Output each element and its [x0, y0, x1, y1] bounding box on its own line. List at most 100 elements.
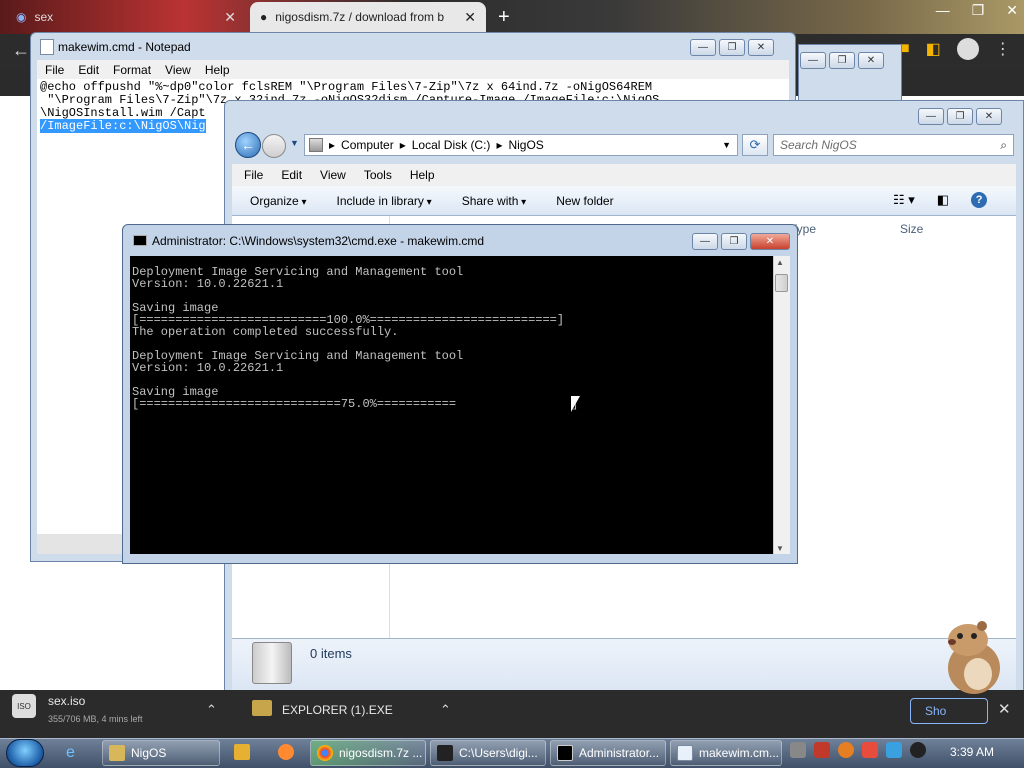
maximize-button[interactable]: ❐ [829, 52, 855, 69]
forward-button[interactable] [262, 134, 286, 158]
back-arrow-icon[interactable]: ← [12, 40, 30, 61]
close-button[interactable]: ✕ [750, 233, 790, 250]
scroll-up-icon[interactable]: ▲ [776, 258, 784, 267]
show-all-button[interactable]: Sho [910, 698, 988, 724]
console-scrollbar[interactable] [773, 256, 790, 554]
breadcrumb-nigos[interactable]: NigOS [508, 138, 543, 152]
minimize-button[interactable]: — [690, 39, 716, 56]
maximize-button[interactable]: ❐ [721, 233, 747, 250]
tab-close-icon[interactable]: ✕ [224, 9, 236, 26]
paint-icon[interactable] [278, 744, 294, 760]
breadcrumb-computer[interactable]: Computer [341, 138, 394, 152]
network-icon[interactable] [886, 742, 902, 758]
notepad-app-icon [40, 39, 54, 55]
download-filename[interactable]: EXPLORER (1).EXE [282, 703, 393, 717]
menu-format[interactable]: Format [113, 63, 151, 77]
taskbar-item-notepad[interactable]: makewim.cm... [670, 740, 782, 766]
menu-kebab-icon[interactable]: ⋮ [995, 39, 1011, 59]
maximize-icon[interactable]: ❐ [972, 2, 985, 19]
recent-pages-dropdown-icon[interactable]: ▼ [290, 138, 299, 148]
menu-file[interactable]: File [244, 168, 263, 182]
cmd-app-icon [133, 235, 147, 246]
menu-file[interactable]: File [45, 63, 64, 77]
address-bar[interactable]: ▸ Computer ▸ Local Disk (C:) ▸ NigOS ▼ [304, 134, 738, 156]
start-button[interactable] [6, 739, 44, 767]
search-tray-icon[interactable] [838, 742, 854, 758]
notepad-title: makewim.cmd - Notepad [58, 40, 191, 54]
tab-close-icon[interactable]: ✕ [464, 9, 476, 26]
help-icon[interactable]: ? [971, 192, 988, 208]
maximize-button[interactable]: ❐ [947, 108, 973, 125]
back-button[interactable]: ← [235, 132, 261, 158]
preview-pane-icon[interactable]: ◧ [937, 192, 949, 208]
chevron-up-icon[interactable]: ⌃ [206, 702, 217, 718]
taskbar-item-cmd[interactable]: Administrator... [550, 740, 666, 766]
console-output[interactable]: Deployment Image Servicing and Managemen… [130, 256, 774, 554]
search-input[interactable]: Search NigOS ⌕ [773, 134, 1014, 156]
new-tab-icon[interactable]: + [498, 6, 510, 29]
menu-help[interactable]: Help [410, 168, 435, 182]
new-folder-button[interactable]: New folder [556, 194, 613, 208]
clock[interactable]: 3:39 AM [950, 745, 994, 759]
breadcrumb-separator-icon[interactable]: ▸ [496, 138, 502, 152]
minimize-button[interactable]: — [918, 108, 944, 125]
scroll-down-icon[interactable]: ▼ [776, 544, 784, 553]
minimize-icon[interactable]: — [936, 2, 950, 19]
menu-view[interactable]: View [320, 168, 346, 182]
organize-button[interactable]: Organize [250, 194, 307, 208]
volume-icon[interactable] [910, 742, 926, 758]
taskbar-item-chrome[interactable]: nigosdism.7z ... [310, 740, 426, 766]
menu-help[interactable]: Help [205, 63, 230, 77]
profile-avatar-icon[interactable] [956, 38, 979, 60]
taskbar-label: nigosdism.7z ... [339, 746, 423, 760]
minimize-button[interactable]: — [692, 233, 718, 250]
column-size[interactable]: Size [900, 222, 923, 236]
internet-explorer-icon[interactable]: e [66, 744, 75, 762]
flag-icon[interactable] [862, 742, 878, 758]
tray-app-icon[interactable] [790, 742, 806, 758]
share-with-button[interactable]: Share with [462, 194, 527, 208]
scroll-thumb[interactable] [775, 274, 788, 292]
maximize-button[interactable]: ❐ [719, 39, 745, 56]
address-dropdown-icon[interactable]: ▼ [722, 140, 731, 150]
close-icon[interactable]: ✕ [1006, 2, 1018, 19]
browser-tab-2[interactable]: ● nigosdism.7z / download from b ✕ [250, 2, 486, 32]
browser-window-controls: — ❐ ✕ [936, 2, 1018, 19]
close-button[interactable]: ✕ [858, 52, 884, 69]
minimize-button[interactable]: — [800, 52, 826, 69]
chevron-up-icon[interactable]: ⌃ [440, 702, 451, 718]
taskbar-label: Administrator... [579, 746, 660, 760]
menu-view[interactable]: View [165, 63, 191, 77]
menu-tools[interactable]: Tools [364, 168, 392, 182]
close-button[interactable]: ✕ [748, 39, 774, 56]
taskbar-item-explorer[interactable]: NigOS [102, 740, 220, 766]
background-window-controls: — ❐ ✕ [800, 52, 884, 69]
menu-edit[interactable]: Edit [281, 168, 302, 182]
taskbar-item-7zip[interactable]: C:\Users\digi... [430, 740, 546, 766]
download-item-1[interactable]: ISO [12, 694, 36, 718]
search-placeholder: Search NigOS [780, 138, 857, 152]
notepad-menubar: File Edit Format View Help [37, 60, 789, 79]
close-button[interactable]: ✕ [976, 108, 1002, 125]
refresh-button[interactable]: ⟳ [742, 134, 768, 156]
menu-edit[interactable]: Edit [78, 63, 99, 77]
view-controls: ☷ ▾ ◧ ? [893, 192, 988, 208]
breadcrumb-separator-icon[interactable]: ▸ [400, 138, 406, 152]
breadcrumb-local-disk[interactable]: Local Disk (C:) [412, 138, 491, 152]
cmd-title: Administrator: C:\Windows\system32\cmd.e… [152, 234, 485, 248]
column-headers: Type Size [790, 222, 923, 236]
search-icon[interactable]: ⌕ [1000, 138, 1007, 153]
antivirus-icon[interactable] [814, 742, 830, 758]
close-icon[interactable]: ✕ [998, 700, 1011, 718]
breadcrumb-separator-icon[interactable]: ▸ [329, 138, 335, 152]
chrome-icon [317, 745, 333, 761]
include-in-library-button[interactable]: Include in library [337, 194, 432, 208]
folder-icon [109, 745, 125, 761]
tab-favicon-icon: ◉ [16, 10, 27, 24]
media-player-icon[interactable] [234, 744, 250, 760]
change-view-icon[interactable]: ☷ ▾ [893, 192, 915, 208]
sidebar-icon[interactable]: ◧ [926, 39, 941, 59]
explorer-window-controls: — ❐ ✕ [918, 108, 1002, 125]
browser-tab-1[interactable]: ◉ sex ✕ [6, 2, 246, 32]
selected-text: /ImageFile:c:\NigOS\Nig [40, 119, 206, 133]
